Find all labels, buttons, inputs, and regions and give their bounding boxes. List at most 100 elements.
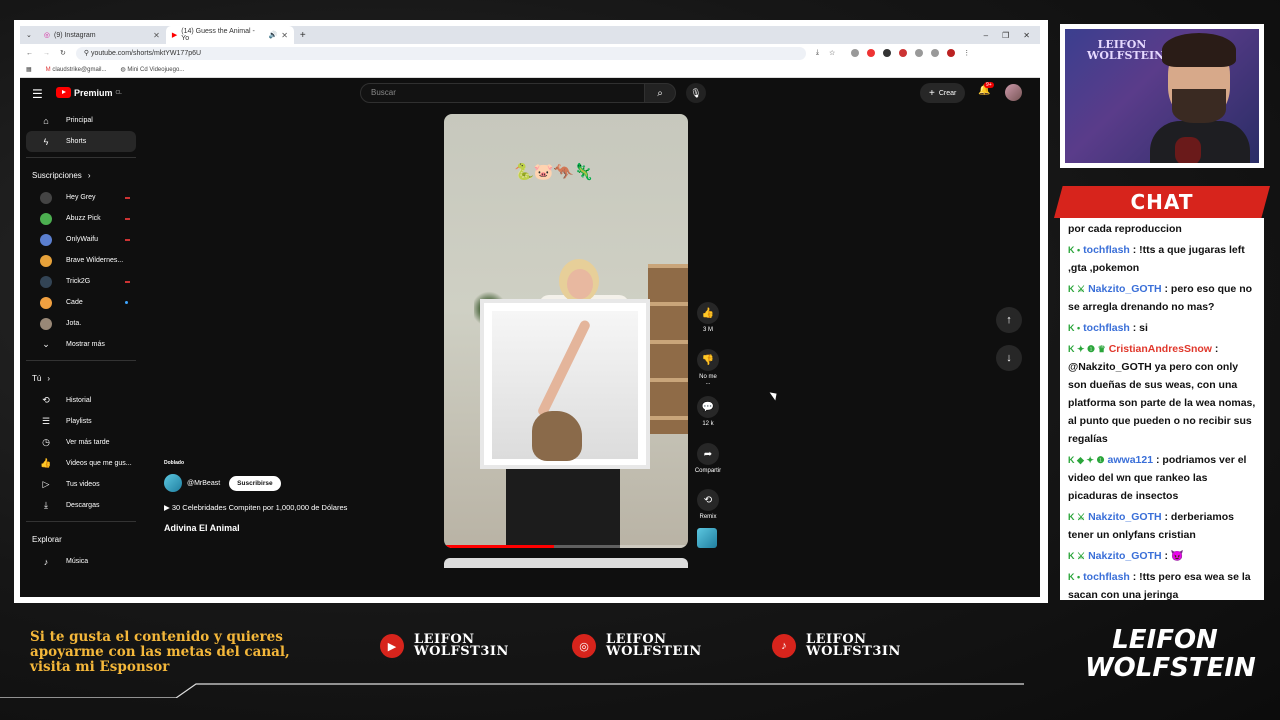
sidebar-item-videos-que-me-gus[interactable]: 👍 Videos que me gus...	[26, 453, 136, 474]
chat-badges-icon: K •	[1068, 323, 1081, 333]
new-tab-icon[interactable]: +	[294, 30, 312, 41]
like-button[interactable]: 👍 3 M	[696, 302, 720, 333]
profile-avatar-icon[interactable]	[947, 49, 956, 57]
account-avatar[interactable]	[1005, 84, 1022, 101]
extension-icon[interactable]	[883, 49, 892, 57]
bookmark-item[interactable]: M claudstrike@gmail...	[46, 67, 107, 73]
browser-menu-icon[interactable]: ⋮	[963, 49, 970, 57]
chat-badges-icon: K ⚔	[1068, 551, 1086, 561]
divider	[26, 521, 136, 522]
channel-avatar[interactable]	[164, 474, 182, 492]
hamburger-menu-icon[interactable]: ☰	[32, 87, 43, 101]
play-icon: ▶	[164, 503, 172, 512]
search-icon: ⌕	[657, 87, 663, 99]
channel-name[interactable]: @MrBeast	[187, 480, 220, 487]
minimize-icon[interactable]: –	[984, 31, 988, 40]
social-name: LEIFON WOLFSTEIN	[606, 633, 702, 658]
microphone-icon: 🎙	[690, 87, 702, 98]
tab-instagram[interactable]: ◎ (9) Instagram ✕	[38, 26, 166, 44]
sidebar-item-label: Descargas	[66, 502, 100, 509]
social-handle: ▶ LEIFON WOLFST3IN	[380, 633, 509, 658]
channel-avatar	[40, 254, 52, 267]
back-icon[interactable]: ←	[26, 50, 33, 57]
search-input[interactable]: Buscar	[360, 83, 646, 103]
chat-badges-icon: K •	[1068, 572, 1081, 582]
previous-short-button[interactable]: ↑	[996, 307, 1022, 333]
close-window-icon[interactable]: ✕	[1023, 31, 1030, 40]
social-handle: ♪ LEIFON WOLFST3IN	[772, 633, 901, 658]
arrow-down-icon: ↓	[1006, 352, 1012, 364]
tab-youtube[interactable]: ▶ (14) Guess the Animal - Yo 🔊 ✕	[165, 26, 294, 44]
reload-icon[interactable]: ↻	[60, 49, 66, 57]
sidebar-sub-abuzz-pick[interactable]: Abuzz Pick	[26, 208, 136, 229]
bookmark-item[interactable]: ◍ Mini Cd Videojuego...	[120, 66, 184, 73]
channel-avatar-tile[interactable]	[697, 528, 717, 548]
sidebar-item-ver-m-s-tarde[interactable]: ◷ Ver más tarde	[26, 432, 136, 453]
your-videos-icon: ▷	[42, 479, 50, 489]
channel-avatar	[40, 233, 52, 246]
shorts-icon: ϟ	[43, 136, 49, 147]
extension-icon[interactable]	[899, 49, 908, 57]
explore-header: Explorar	[32, 534, 62, 544]
media-icon[interactable]	[931, 49, 940, 57]
tab-search-icon[interactable]: ⌄	[20, 31, 38, 39]
next-short-button[interactable]: ↓	[996, 345, 1022, 371]
tiktok-icon: ♪	[772, 634, 796, 658]
extension-icon[interactable]	[851, 49, 860, 57]
sidebar-item-historial[interactable]: ⟲ Historial	[26, 390, 136, 411]
notification-badge: 9+	[984, 82, 994, 88]
chat-message: por cada reproduccion	[1068, 220, 1256, 238]
extensions-puzzle-icon[interactable]	[915, 49, 924, 57]
live-indicator	[125, 238, 130, 241]
sidebar-item-shorts[interactable]: ϟ Shorts	[26, 131, 136, 152]
url-input[interactable]: ⚲ youtube.com/shorts/mktYW177p6U	[75, 46, 806, 60]
channel-row: @MrBeast Suscribirse	[164, 474, 281, 492]
bookmark-star-icon[interactable]: ☆	[829, 49, 835, 57]
sidebar-sub-hey-grey[interactable]: Hey Grey	[26, 187, 136, 208]
tab-label: (14) Guess the Animal - Yo	[181, 28, 255, 42]
you-header[interactable]: Tú ›	[20, 366, 142, 390]
chat-username: tochflash	[1083, 322, 1130, 334]
dubbed-label: Doblado	[164, 460, 184, 466]
arrow-up-icon: ↑	[1006, 314, 1012, 326]
sidebar-item-m-sica[interactable]: ♪ Música	[26, 551, 136, 572]
close-icon[interactable]: ✕	[153, 31, 160, 40]
show-more-button[interactable]: ⌄ Mostrar más	[26, 334, 136, 355]
search-button[interactable]: ⌕	[644, 83, 676, 103]
playlist-link[interactable]: ▶ 30 Celebridades Compiten por 1,000,000…	[164, 503, 347, 512]
install-icon[interactable]: ⤓	[816, 49, 819, 57]
sidebar-item-tus-videos[interactable]: ▷ Tus videos	[26, 474, 136, 495]
sidebar-item-playlists[interactable]: ☰ Playlists	[26, 411, 136, 432]
restore-icon[interactable]: ❐	[1002, 31, 1009, 40]
remix-button[interactable]: ⟲ Remix	[696, 489, 720, 520]
sidebar-sub-jota[interactable]: Jota.	[26, 313, 136, 334]
sidebar-sub-trick2g[interactable]: Trick2G	[26, 271, 136, 292]
live-indicator	[125, 280, 130, 283]
dislike-button[interactable]: 👎 No me ...	[696, 349, 720, 386]
subscriptions-header[interactable]: Suscripciones ›	[20, 163, 142, 187]
history-icon: ⟲	[42, 395, 50, 405]
youtube-premium-logo[interactable]: Premium CL	[56, 87, 122, 98]
comments-button[interactable]: 💬 12 k	[696, 396, 720, 427]
extension-icon[interactable]	[867, 49, 876, 57]
sidebar: ⌂ Principal ϟ Shorts Suscripciones › Hey Gre…	[20, 110, 142, 597]
video-progress-bar[interactable]	[444, 545, 688, 548]
sidebar-item-principal[interactable]: ⌂ Principal	[26, 110, 136, 131]
sidebar-item-descargas[interactable]: ⤓ Descargas	[26, 495, 136, 516]
apps-grid-icon[interactable]: ▦	[26, 66, 32, 73]
channel-avatar	[40, 191, 52, 204]
create-button[interactable]: + Crear	[920, 83, 966, 103]
next-short-preview[interactable]	[444, 558, 688, 568]
channel-avatar	[40, 275, 52, 288]
sidebar-sub-brave-wildernes[interactable]: Brave Wildernes...	[26, 250, 136, 271]
short-video-player[interactable]: 🐍🐷🦘🦎	[444, 114, 688, 548]
sidebar-sub-onlywaifu[interactable]: OnlyWaifu	[26, 229, 136, 250]
sidebar-sub-cade[interactable]: Cade	[26, 292, 136, 313]
voice-search-button[interactable]: 🎙	[686, 83, 706, 103]
forward-icon[interactable]: →	[43, 50, 50, 57]
share-button[interactable]: ➦ Compartir	[690, 443, 726, 474]
site-info-icon[interactable]: ⚲	[84, 50, 91, 57]
chat-header: CHAT	[1054, 186, 1270, 218]
subscribe-button[interactable]: Suscribirse	[229, 475, 281, 491]
close-icon[interactable]: ✕	[281, 31, 288, 40]
